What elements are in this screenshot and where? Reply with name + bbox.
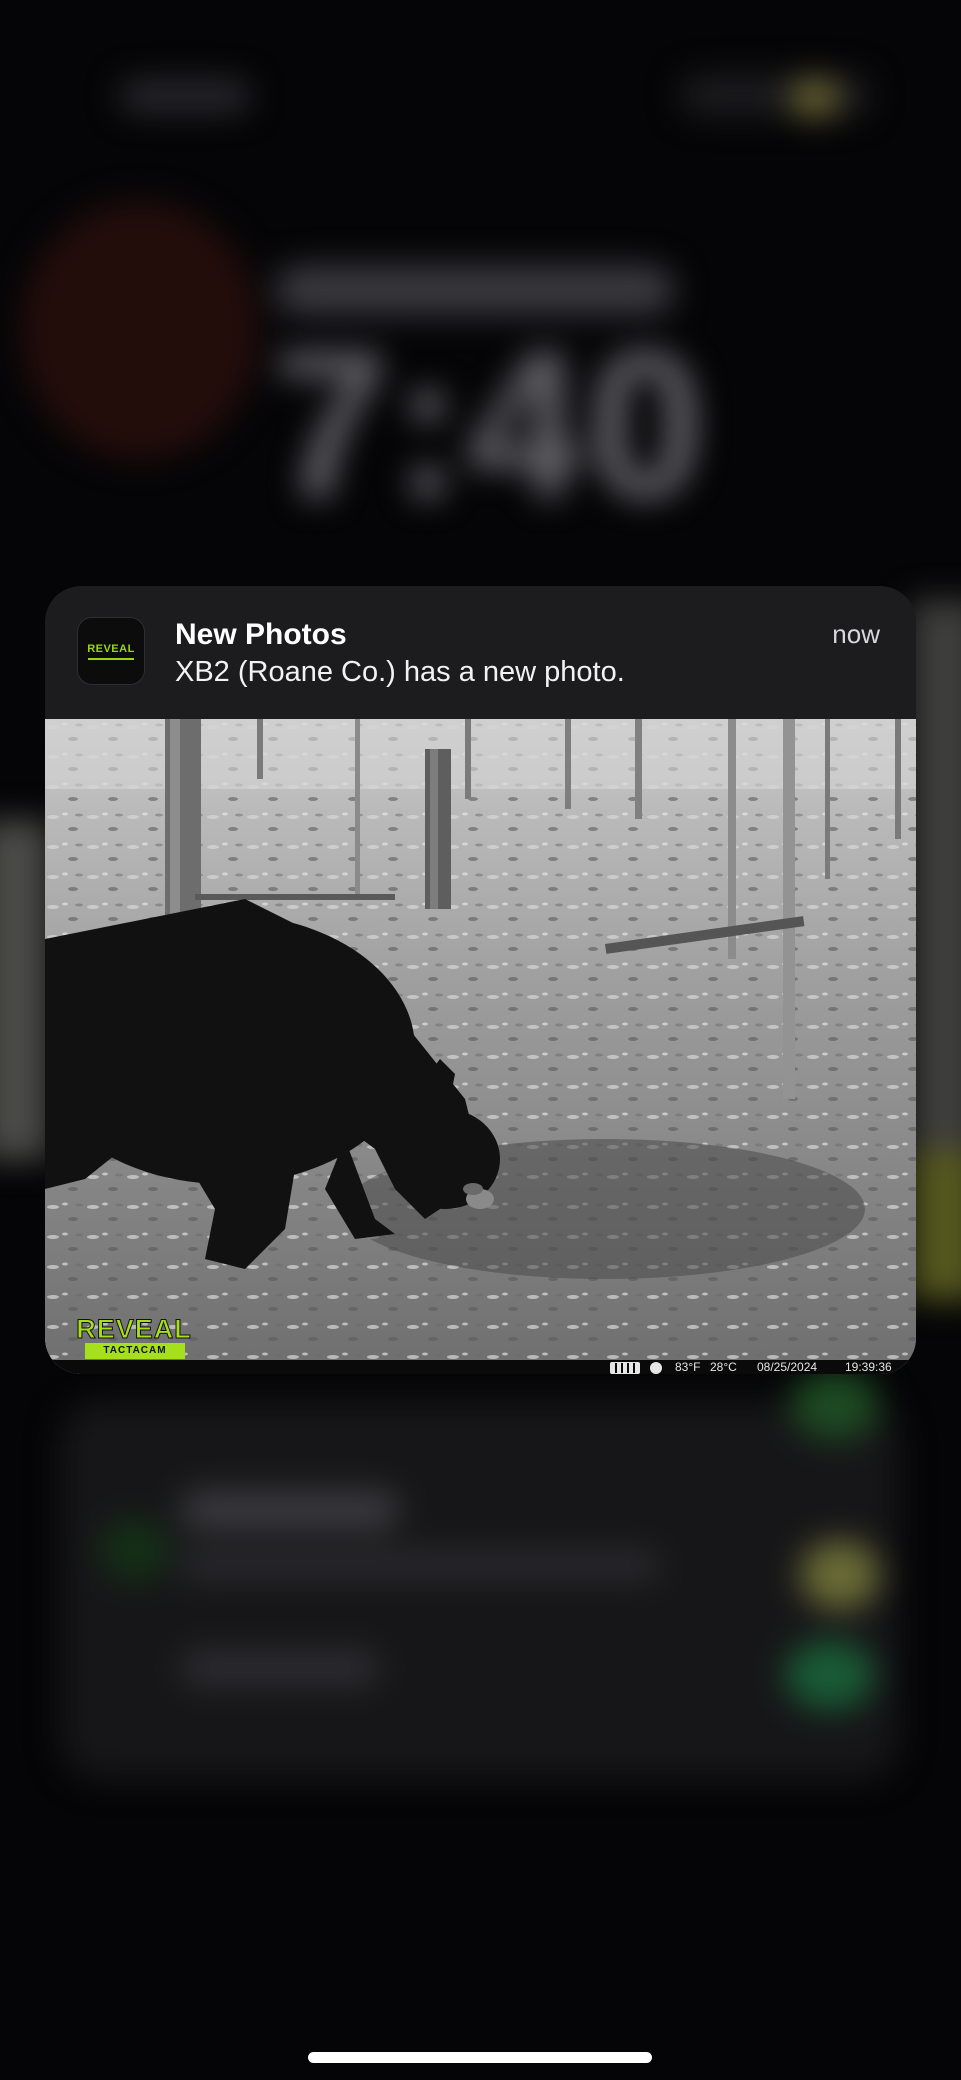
capture-date: 08/25/2024 <box>757 1360 818 1374</box>
notification-body: XB2 (Roane Co.) has a new photo. <box>175 656 625 688</box>
lock-screen-clock: 7:40 <box>271 307 709 542</box>
blurred-text-line <box>180 1490 400 1530</box>
blurred-edge-right-accent <box>911 1150 961 1300</box>
bear-photo-illustration <box>45 719 916 1374</box>
blurred-status-indicator <box>790 78 840 118</box>
blurred-wallpaper-glow <box>20 200 260 460</box>
reveal-app-icon: REVEAL <box>77 617 145 685</box>
blurred-status-left <box>120 80 250 112</box>
blurred-text-line <box>180 1650 380 1686</box>
app-icon-accent-line <box>88 657 134 660</box>
blurred-app-icon <box>100 1520 170 1580</box>
reveal-watermark: REVEAL TACTACAM <box>49 1315 219 1361</box>
app-icon-logo-text: REVEAL <box>87 642 135 655</box>
capture-time: 19:39:36 <box>845 1360 892 1374</box>
watermark-sub: TACTACAM <box>85 1343 185 1359</box>
blurred-text-line <box>180 1550 660 1580</box>
notification-timestamp: now <box>832 619 880 649</box>
battery-icon <box>610 1362 640 1374</box>
blurred-edge-left <box>0 820 50 1160</box>
blurred-status-right <box>680 75 870 115</box>
blurred-notification-stack <box>60 1400 900 1780</box>
home-indicator[interactable] <box>308 2052 652 2063</box>
temperature-celsius: 28°C <box>710 1360 737 1374</box>
blurred-app-icon <box>785 1640 875 1710</box>
notification-title: New Photos <box>175 618 347 651</box>
blurred-app-icon <box>790 1370 880 1440</box>
trail-camera-photo[interactable]: REVEAL TACTACAM 83°F 28°C 08/25/2024 19:… <box>45 719 916 1374</box>
expanded-notification[interactable]: REVEAL New Photos XB2 (Roane Co.) has a … <box>45 586 916 1374</box>
photo-info-bar: 83°F 28°C 08/25/2024 19:39:36 <box>45 1360 916 1374</box>
moon-phase-icon <box>650 1362 662 1374</box>
temperature-fahrenheit: 83°F <box>675 1360 701 1374</box>
lock-screen: 7:40 REVEAL New Photos XB2 (Roane Co.) h… <box>0 0 961 2080</box>
blurred-app-icon <box>800 1540 880 1610</box>
watermark-brand: REVEAL <box>76 1314 192 1344</box>
